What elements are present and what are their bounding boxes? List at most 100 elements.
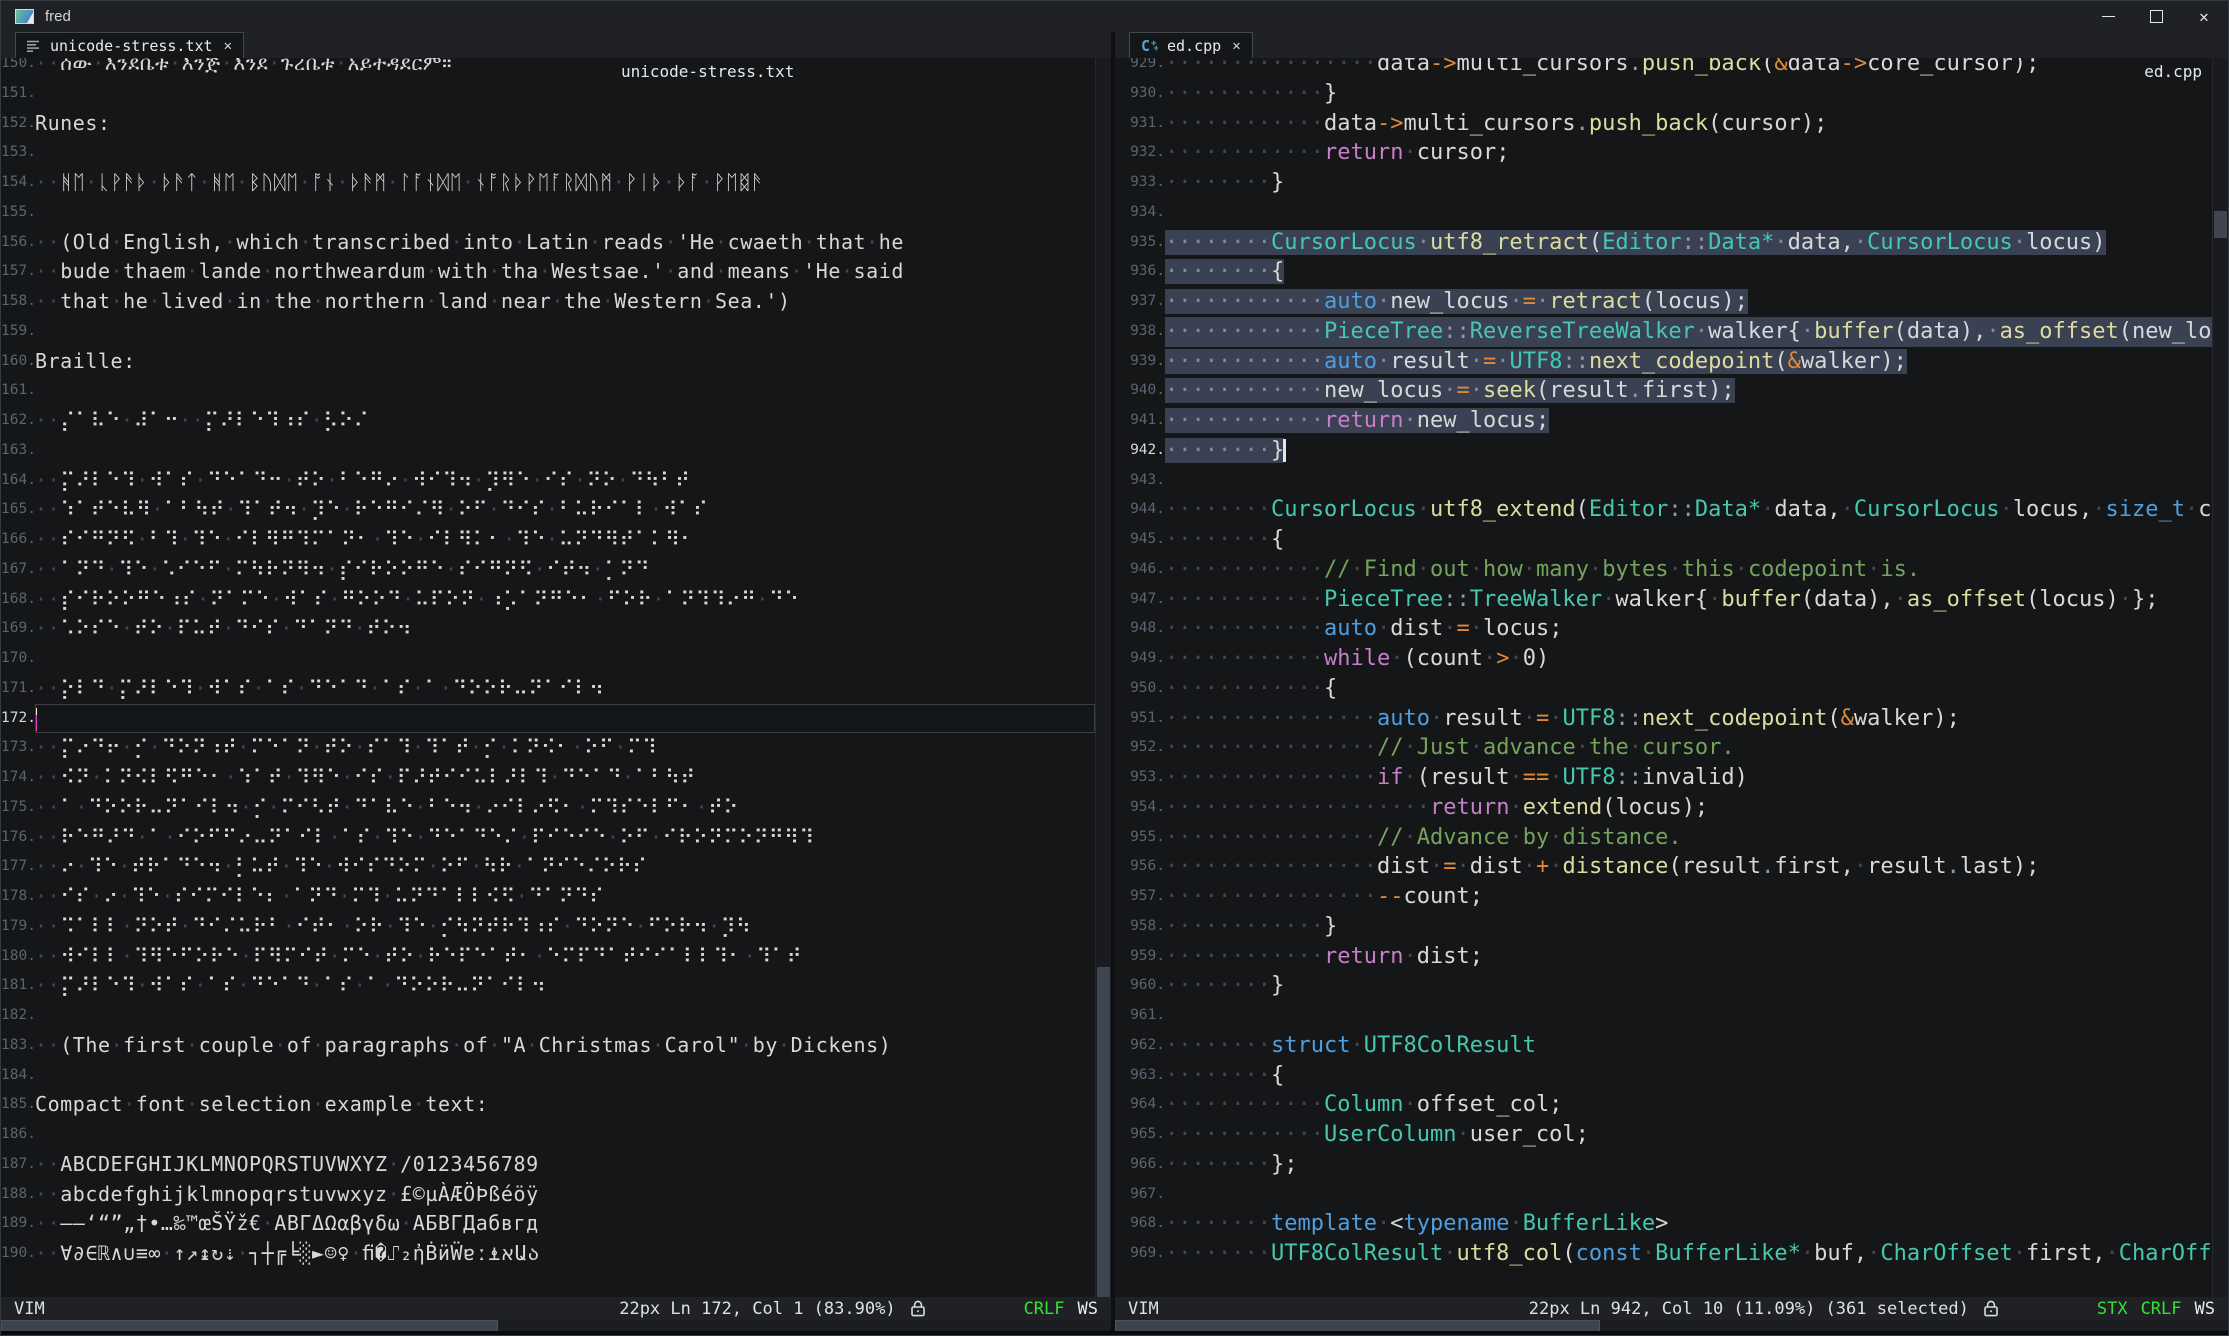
code-line[interactable]: 935.········CursorLocus·utf8_retract(Edi… <box>1115 228 2228 258</box>
code-line[interactable]: 954.····················return·extend(lo… <box>1115 793 2228 823</box>
line-number[interactable]: 165. <box>1 495 35 525</box>
line-number[interactable]: 150. <box>1 58 35 79</box>
line-text[interactable]: ··⠁⠝⠙·⠹⠑·⠡⠊⠑⠋·⠍⠳⠗⠝⠻⠲·⡎⠊⠗⠕⠕⠛⠑·⠎⠊⠛⠝⠫·⠊⠞⠲·⡁… <box>35 555 1095 585</box>
line-text[interactable] <box>1165 1180 2212 1210</box>
text-line[interactable]: 153. <box>1 138 1111 168</box>
line-number[interactable]: 956. <box>1115 852 1165 882</box>
line-text[interactable]: ··(Old·English,·which·transcribed·into·L… <box>35 228 1095 258</box>
line-number[interactable]: 949. <box>1115 644 1165 674</box>
line-number[interactable]: 948. <box>1115 614 1165 644</box>
tab-ed-cpp[interactable]: C + + ed.cpp ✕ <box>1129 32 1253 58</box>
line-text[interactable]: ················dist·=·dist·+·distance(r… <box>1165 852 2212 882</box>
text-line[interactable]: 188.··abcdefghijklmnopqrstuvwxyz·£©µÀÆÖÞ… <box>1 1180 1111 1210</box>
text-line[interactable]: 166.··⠎⠊⠛⠝⠫·⠃⠹·⠹⠑·⠊⠇⠻⠛⠹⠍⠁⠝⠂·⠹⠑·⠊⠇⠻⠅⠂·⠹⠑·… <box>1 525 1111 555</box>
code-line[interactable]: 948.············auto·dist·=·locus; <box>1115 614 2228 644</box>
line-text[interactable]: ··abcdefghijklmnopqrstuvwxyz·£©µÀÆÖÞßéöÿ <box>35 1180 1095 1210</box>
line-text[interactable]: ··⠔·⠹⠑·⠞⠗⠁⠙⠑⠲·⡃⠥⠞·⠹⠑·⠺⠊⠎⠙⠕⠍·⠕⠋·⠳⠗·⠁⠝⠊⠑⠌⠕… <box>35 852 1095 882</box>
line-number[interactable]: 965. <box>1115 1120 1165 1150</box>
line-text[interactable]: ··⠩⠁⠇⠇·⠝⠕⠞·⠙⠊⠌⠥⠗⠃·⠊⠞⠂·⠕⠗·⠹⠑·⡊⠳⠝⠞⠗⠹⠰⠎·⠙⠕⠝… <box>35 912 1095 942</box>
code-line[interactable]: 929.················data->multi_cursors.… <box>1115 58 2228 79</box>
line-number[interactable]: 176. <box>1 823 35 853</box>
line-number[interactable]: 180. <box>1 942 35 972</box>
line-text[interactable]: ········{ <box>1165 525 2212 555</box>
line-number[interactable]: 162. <box>1 406 35 436</box>
line-number[interactable]: 188. <box>1 1180 35 1210</box>
line-text[interactable]: ··⠊⠎·⠔·⠹⠑·⠎⠊⠍⠊⠇⠑⠆·⠁⠝⠙·⠍⠹·⠥⠝⠙⠁⠇⠇⠪⠫·⠙⠁⠝⠙⠎ <box>35 882 1095 912</box>
line-text[interactable]: ················data->multi_cursors.push… <box>1165 58 2212 79</box>
line-number[interactable]: 154. <box>1 168 35 198</box>
text-line[interactable]: 176.··⠗⠑⠛⠜⠙·⠁·⠊⠕⠋⠋⠔⠤⠝⠁⠊⠇·⠁⠎·⠹⠑·⠙⠑⠁⠙⠑⠌·⠏⠊… <box>1 823 1111 853</box>
code-line[interactable]: 941.············return·new_locus; <box>1115 406 2228 436</box>
line-text[interactable]: ····················return·extend(locus)… <box>1165 793 2212 823</box>
text-line[interactable]: 183.··(The·first·couple·of·paragraphs·of… <box>1 1031 1111 1061</box>
line-number[interactable]: 944. <box>1115 495 1165 525</box>
line-number[interactable]: 961. <box>1115 1001 1165 1031</box>
line-text[interactable] <box>35 138 1095 168</box>
line-text[interactable]: ················--count; <box>1165 882 2212 912</box>
line-number[interactable]: 172. <box>1 704 35 734</box>
text-line[interactable]: 152.Runes: <box>1 109 1111 139</box>
text-line[interactable]: 173.··⡍⠔⠙⠖·⡊·⠙⠕⠝⠰⠞·⠍⠑⠁⠝·⠞⠕·⠎⠁⠹·⠹⠁⠞·⡊·⠅⠝⠪… <box>1 733 1111 763</box>
line-text[interactable]: ············} <box>1165 79 2212 109</box>
line-text[interactable]: ········UTF8ColResult·utf8_col(const·Buf… <box>1165 1239 2212 1269</box>
code-line[interactable]: 952.················//·Just·advance·the·… <box>1115 733 2228 763</box>
code-line[interactable]: 946.············//·Find·out·how·many·byt… <box>1115 555 2228 585</box>
line-text[interactable]: ··⡍⠜⠇⠑⠹·⠺⠁⠎·⠁⠎·⠙⠑⠁⠙·⠁⠎·⠁·⠙⠕⠕⠗⠤⠝⠁⠊⠇⠲ <box>35 971 1095 1001</box>
text-line[interactable]: 156.··(Old·English,·which·transcribed·in… <box>1 228 1111 258</box>
line-number[interactable]: 186. <box>1 1120 35 1150</box>
code-line[interactable]: 951.················auto·result·=·UTF8::… <box>1115 704 2228 734</box>
line-text[interactable] <box>35 79 1095 109</box>
code-line[interactable]: 942.········} <box>1115 436 2228 466</box>
line-number[interactable]: 946. <box>1115 555 1165 585</box>
line-number[interactable]: 159. <box>1 317 35 347</box>
line-number[interactable]: 168. <box>1 585 35 615</box>
code-line[interactable]: 957.················--count; <box>1115 882 2228 912</box>
line-number[interactable]: 152. <box>1 109 35 139</box>
line-text[interactable]: ········{ <box>1165 257 2212 287</box>
line-text[interactable]: ··⠎⠊⠛⠝⠫·⠃⠹·⠹⠑·⠊⠇⠻⠛⠹⠍⠁⠝⠂·⠹⠑·⠊⠇⠻⠅⠂·⠹⠑·⠥⠝⠙⠻… <box>35 525 1095 555</box>
line-text[interactable]: ··⡌⠁⠧⠑·⠼⠁⠒··⡍⠜⠇⠑⠹⠰⠎·⡣⠕⠌ <box>35 406 1095 436</box>
scrollbar-thumb[interactable] <box>2214 211 2227 238</box>
code-line[interactable]: 945.········{ <box>1115 525 2228 555</box>
line-text[interactable] <box>35 644 1095 674</box>
code-line[interactable]: 931.············data->multi_cursors.push… <box>1115 109 2228 139</box>
code-line[interactable]: 967. <box>1115 1180 2228 1210</box>
text-line[interactable]: 159. <box>1 317 1111 347</box>
line-text[interactable]: ················auto·result·=·UTF8::next… <box>1165 704 2212 734</box>
line-number[interactable]: 954. <box>1115 793 1165 823</box>
line-text[interactable]: ············auto·dist·=·locus; <box>1165 614 2212 644</box>
line-text[interactable]: ··that·he·lived·in·the·northern·land·nea… <box>35 287 1095 317</box>
line-number[interactable]: 942. <box>1115 436 1165 466</box>
line-number[interactable]: 950. <box>1115 674 1165 704</box>
line-number[interactable]: 158. <box>1 287 35 317</box>
line-number[interactable]: 189. <box>1 1209 35 1239</box>
line-number[interactable]: 933. <box>1115 168 1165 198</box>
code-line[interactable]: 933.········} <box>1115 168 2228 198</box>
line-number[interactable]: 937. <box>1115 287 1165 317</box>
scrollbar-thumb[interactable] <box>1097 967 1110 1297</box>
line-text[interactable]: ············//·Find·out·how·many·bytes·t… <box>1165 555 2212 585</box>
line-number[interactable]: 161. <box>1 376 35 406</box>
line-text[interactable]: ········CursorLocus·utf8_retract(Editor:… <box>1165 228 2212 258</box>
text-line[interactable]: 185.Compact·font·selection·example·text: <box>1 1090 1111 1120</box>
line-number[interactable]: 187. <box>1 1150 35 1180</box>
line-number[interactable]: 929. <box>1115 58 1165 79</box>
line-number[interactable]: 163. <box>1 436 35 466</box>
line-text[interactable] <box>35 198 1095 228</box>
code-line[interactable]: 947.············PieceTree::TreeWalker·wa… <box>1115 585 2228 615</box>
text-line[interactable]: 189.··–—‘“”„†•…‰™œŠŸž€·ΑΒΓΔΩαβγδω·АБВГДа… <box>1 1209 1111 1239</box>
code-line[interactable]: 968.········template·<typename·BufferLik… <box>1115 1209 2228 1239</box>
line-text[interactable]: ············new_locus·=·seek(result.firs… <box>1165 376 2212 406</box>
line-number[interactable]: 930. <box>1115 79 1165 109</box>
line-number[interactable]: 935. <box>1115 228 1165 258</box>
line-number[interactable]: 164. <box>1 466 35 496</box>
line-text[interactable]: ··ᚻᛖ·ᚳᚹᚫᚦ·ᚦᚫᛏ·ᚻᛖ·ᛒᚢᛞᛖ·ᚩᚾ·ᚦᚫᛗ·ᛚᚪᚾᛞᛖ·ᚾᚩᚱᚦᚹ… <box>35 168 1095 198</box>
line-text[interactable] <box>35 1061 1095 1091</box>
text-line[interactable]: 175.··⠁·⠙⠕⠕⠗⠤⠝⠁⠊⠇⠲·⡊·⠍⠊⠣⠞·⠙⠁⠧⠑·⠃⠑⠲·⠔⠊⠇⠔⠫… <box>1 793 1111 823</box>
line-text[interactable]: ············return·cursor; <box>1165 138 2212 168</box>
text-line[interactable]: 163. <box>1 436 1111 466</box>
code-line[interactable]: 966.········}; <box>1115 1150 2228 1180</box>
line-text[interactable]: ················//·Advance·by·distance. <box>1165 823 2212 853</box>
code-line[interactable]: 956.················dist·=·dist·+·distan… <box>1115 852 2228 882</box>
line-number[interactable]: 157. <box>1 257 35 287</box>
